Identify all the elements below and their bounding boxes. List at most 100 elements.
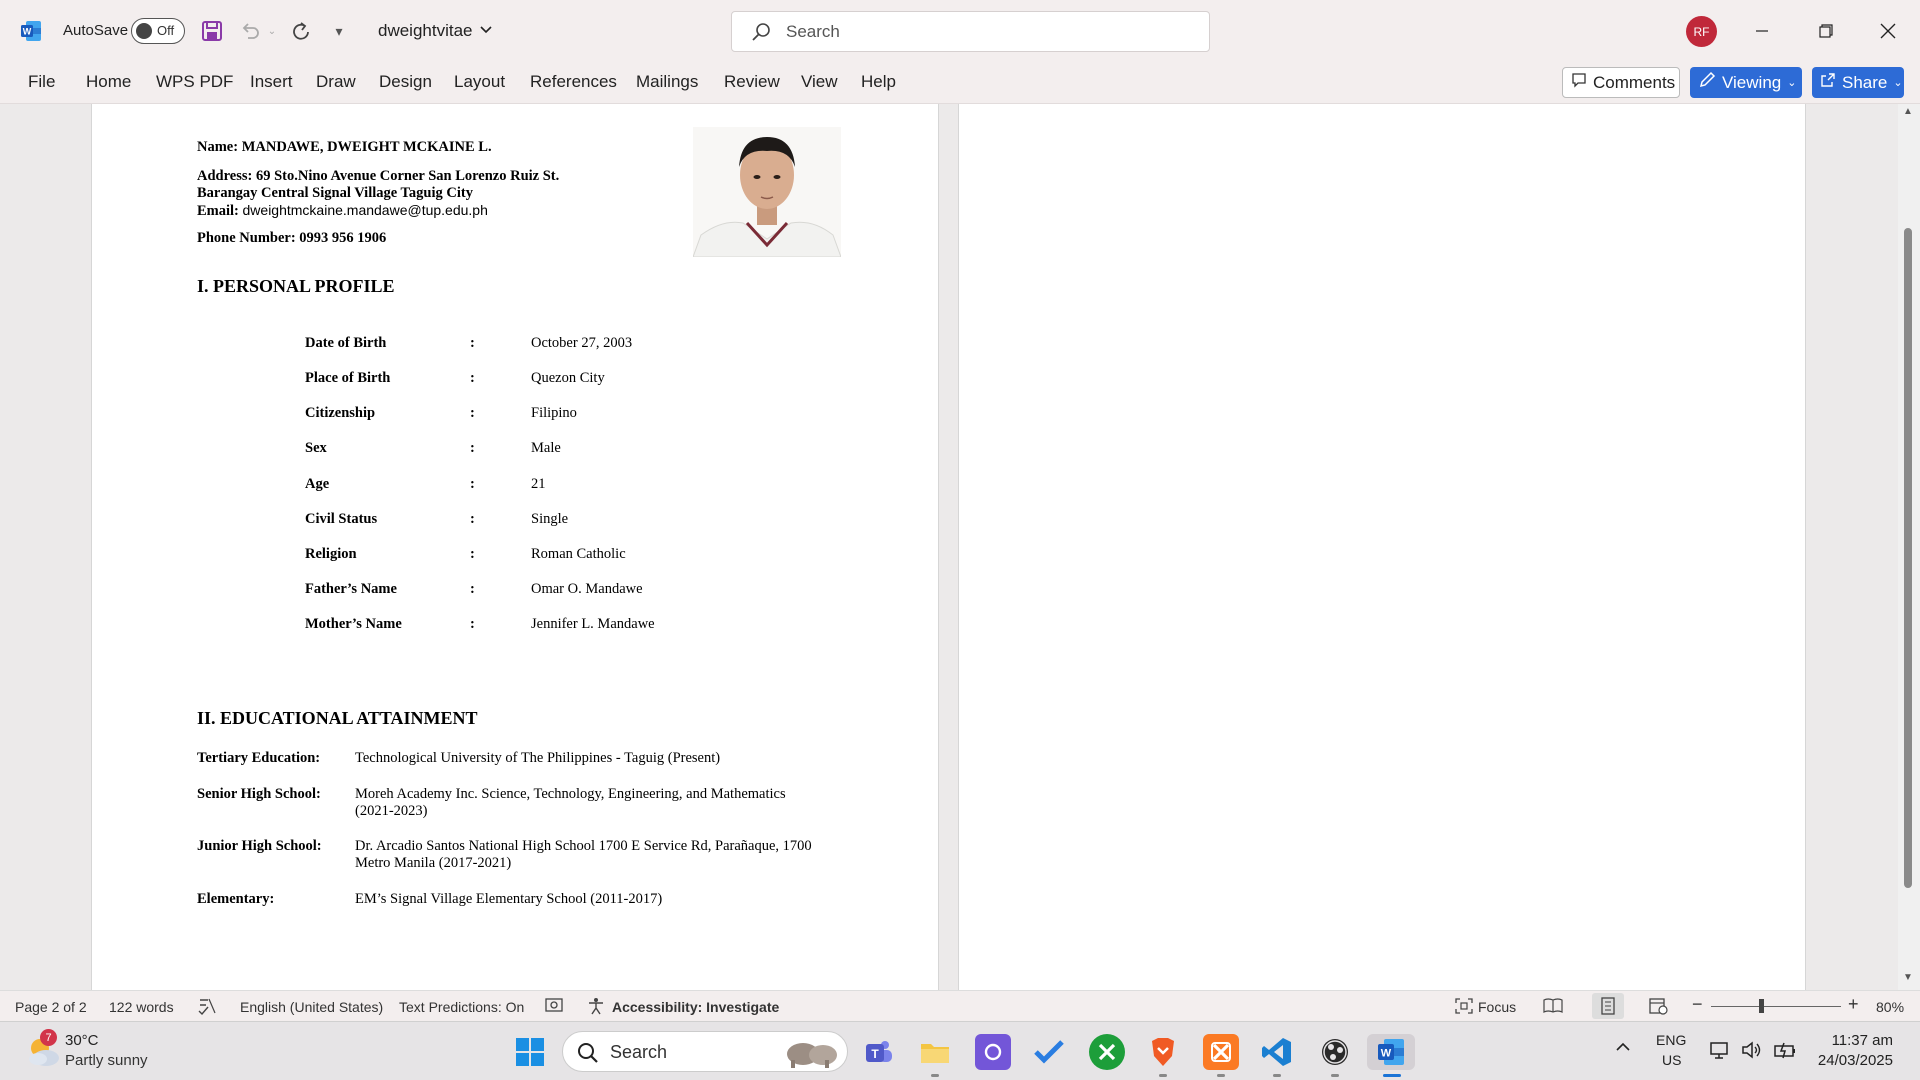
tab-view[interactable]: View (801, 72, 838, 92)
education-label: Junior High School: (197, 838, 322, 854)
tab-draw[interactable]: Draw (316, 72, 356, 92)
address-line-2: Barangay Central Signal Village Taguig C… (197, 185, 473, 201)
profile-value: Omar O. Mandawe (531, 581, 643, 597)
windows-taskbar: 7 30°C Partly sunny Search T W ENG US 11… (0, 1021, 1920, 1080)
network-icon[interactable] (1709, 1040, 1731, 1065)
tab-help[interactable]: Help (861, 72, 896, 92)
share-icon (1820, 72, 1836, 93)
obs-icon[interactable] (1317, 1034, 1353, 1070)
brave-browser-icon[interactable] (1145, 1034, 1181, 1070)
profile-label: Place of Birth (305, 370, 391, 386)
zoom-slider-thumb[interactable] (1759, 999, 1764, 1013)
zoom-slider-track[interactable] (1711, 1006, 1841, 1007)
text-predictions-status[interactable]: Text Predictions: On (399, 999, 524, 1015)
chevron-down-icon: ⌄ (1893, 77, 1903, 89)
scrollbar-thumb[interactable] (1904, 228, 1912, 888)
tab-insert[interactable]: Insert (250, 72, 293, 92)
teams-icon[interactable]: T (861, 1034, 897, 1070)
page-indicator[interactable]: Page 2 of 2 (15, 999, 87, 1015)
word-app-icon[interactable]: W (20, 20, 42, 42)
tab-mailings[interactable]: Mailings (636, 72, 698, 92)
profile-label: Father’s Name (305, 581, 397, 597)
tab-wps-pdf[interactable]: WPS PDF (156, 72, 233, 92)
status-bar: Page 2 of 2 122 words English (United St… (0, 990, 1920, 1021)
education-value: EM’s Signal Village Elementary School (2… (355, 891, 663, 907)
user-avatar[interactable]: RF (1686, 16, 1717, 47)
name-line: Name: MANDAWE, DWEIGHT MCKAINE L. (197, 139, 492, 155)
education-value: Technological University of The Philippi… (355, 750, 721, 766)
email-line: Email: dweightmckaine.mandawe@tup.edu.ph (197, 202, 488, 220)
tab-design[interactable]: Design (379, 72, 432, 92)
language-top[interactable]: ENG (1656, 1032, 1686, 1048)
comments-button[interactable]: Comments (1562, 67, 1680, 98)
word-taskbar-icon[interactable]: W (1367, 1034, 1415, 1070)
clock-time[interactable]: 11:37 am (1813, 1032, 1893, 1049)
profile-colon: : (470, 476, 475, 492)
profile-photo (693, 127, 841, 257)
pen-icon (1698, 71, 1716, 94)
profile-label: Citizenship (305, 405, 376, 421)
tab-file[interactable]: File (28, 72, 55, 92)
comments-label: Comments (1593, 72, 1676, 92)
profile-label: Mother’s Name (305, 616, 402, 632)
document-canvas[interactable]: Name: MANDAWE, DWEIGHT MCKAINE L. Addres… (0, 104, 1920, 990)
web-layout-icon[interactable] (1648, 997, 1668, 1018)
taskbar-search[interactable]: Search (562, 1031, 848, 1072)
search-icon (750, 21, 772, 48)
file-explorer-icon[interactable] (917, 1034, 953, 1070)
customize-toolbar-icon[interactable]: ▾ (325, 17, 353, 45)
search-box[interactable]: Search (731, 11, 1210, 52)
search-placeholder: Search (786, 22, 840, 41)
minimize-icon[interactable] (1748, 17, 1776, 45)
display-settings-icon[interactable] (544, 997, 564, 1018)
zoom-in-icon[interactable]: + (1848, 994, 1859, 1015)
zoom-level[interactable]: 80% (1876, 999, 1904, 1015)
accessibility-icon[interactable] (587, 997, 605, 1018)
scroll-up-icon[interactable]: ▲ (1903, 106, 1913, 117)
proofing-icon[interactable] (197, 997, 217, 1018)
clock-date[interactable]: 24/03/2025 (1813, 1052, 1893, 1069)
word-count[interactable]: 122 words (109, 999, 174, 1015)
profile-value: Single (531, 511, 569, 527)
windows-start-icon[interactable] (512, 1034, 548, 1070)
close-icon[interactable] (1874, 17, 1902, 45)
document-page-2[interactable] (958, 104, 1806, 990)
zoom-out-icon[interactable]: − (1692, 994, 1703, 1015)
accessibility-status[interactable]: Accessibility: Investigate (612, 999, 779, 1015)
xampp-icon[interactable] (1203, 1034, 1239, 1070)
tab-home[interactable]: Home (86, 72, 131, 92)
xbox-icon[interactable] (1089, 1034, 1125, 1070)
running-indicator (1159, 1074, 1167, 1077)
purple-app-icon[interactable] (975, 1034, 1011, 1070)
share-button[interactable]: Share ⌄ (1812, 67, 1904, 98)
language-bottom[interactable]: US (1662, 1052, 1681, 1068)
restore-icon[interactable] (1812, 17, 1840, 45)
profile-colon: : (470, 370, 475, 386)
document-name-dropdown[interactable]: dweightvitae (378, 21, 493, 41)
vscode-icon[interactable] (1259, 1034, 1295, 1070)
autosave-toggle[interactable]: Off (131, 18, 185, 44)
weather-badge: 7 (40, 1029, 57, 1046)
tab-layout[interactable]: Layout (454, 72, 505, 92)
language-indicator[interactable]: English (United States) (240, 999, 383, 1015)
profile-value: Roman Catholic (531, 546, 626, 562)
tab-references[interactable]: References (530, 72, 617, 92)
chevron-up-icon[interactable] (1614, 1038, 1632, 1061)
todo-icon[interactable] (1031, 1034, 1067, 1070)
battery-icon[interactable] (1773, 1040, 1797, 1065)
search-icon (577, 1042, 599, 1069)
tab-review[interactable]: Review (724, 72, 780, 92)
volume-icon[interactable] (1741, 1040, 1763, 1065)
viewing-mode-button[interactable]: Viewing ⌄ (1690, 67, 1802, 98)
scroll-down-icon[interactable]: ▼ (1903, 972, 1913, 983)
vertical-scrollbar[interactable]: ▲ ▼ (1898, 104, 1920, 990)
focus-label[interactable]: Focus (1478, 999, 1516, 1015)
focus-icon[interactable] (1454, 997, 1474, 1018)
profile-colon: : (470, 440, 475, 456)
document-page-1[interactable]: Name: MANDAWE, DWEIGHT MCKAINE L. Addres… (91, 104, 939, 990)
save-icon[interactable] (198, 17, 226, 45)
undo-dropdown-icon[interactable]: ⌄ (258, 17, 286, 45)
print-layout-icon[interactable] (1592, 993, 1624, 1019)
read-mode-icon[interactable] (1543, 997, 1563, 1018)
redo-icon[interactable] (287, 17, 315, 45)
